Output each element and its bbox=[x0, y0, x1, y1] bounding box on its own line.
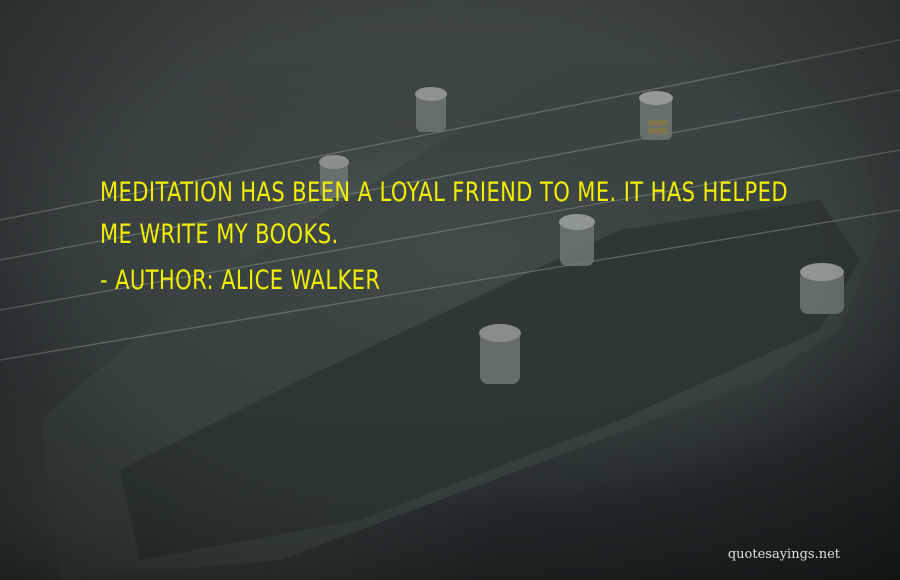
author-name: Alice Walker bbox=[221, 265, 381, 296]
quote-image: Meditation has been a loyal friend to me… bbox=[0, 0, 900, 580]
quote-text: Meditation has been a loyal friend to me… bbox=[100, 177, 788, 250]
attribution-line: - Author: Alice Walker bbox=[100, 260, 662, 302]
quote-block: Meditation has been a loyal friend to me… bbox=[100, 172, 820, 302]
site-watermark: quotesayings.net bbox=[727, 547, 840, 562]
attribution-prefix: - Author: bbox=[100, 265, 214, 296]
